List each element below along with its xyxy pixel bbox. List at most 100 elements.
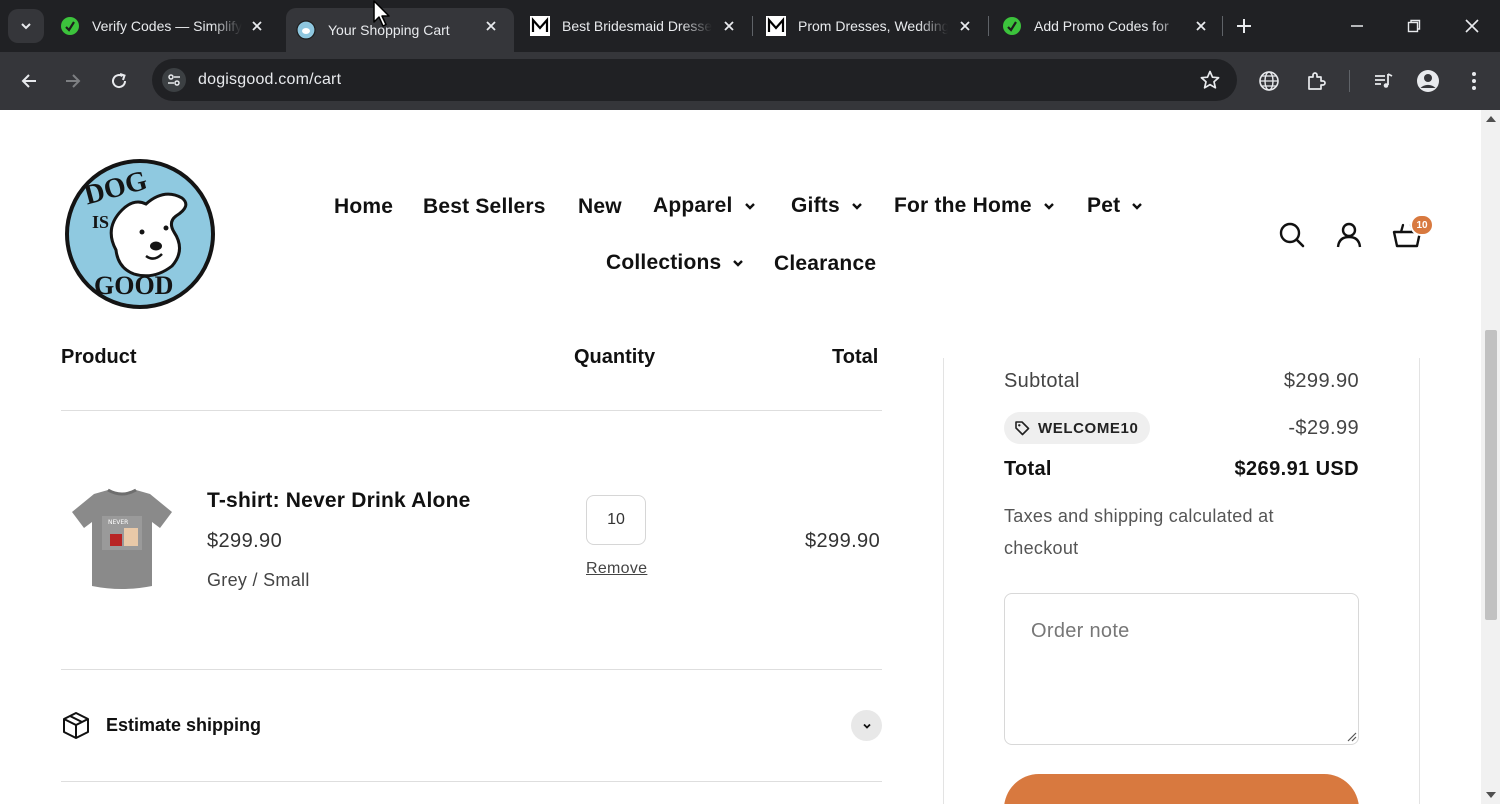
tag-icon [1015,421,1030,436]
chevron-down-icon [1043,203,1054,210]
chevron-down-icon [21,23,31,30]
package-box-icon [63,712,89,739]
discount-row: WELCOME10 -$29.99 [1004,412,1359,444]
cart-page: DOG IS GOOD Home Best Sellers New Appare… [0,110,1481,804]
browser-menu-kebab-icon[interactable] [1461,68,1487,94]
page-scrollbar[interactable] [1481,110,1500,804]
chevron-down-icon [851,203,862,210]
bookmark-star-icon[interactable] [1199,69,1221,91]
reload-icon[interactable] [104,66,134,96]
nav-home[interactable]: Home [334,195,393,219]
resize-handle-icon[interactable] [1345,730,1357,742]
quantity-input[interactable]: 10 [586,495,646,545]
product-name-link[interactable]: T-shirt: Never Drink Alone [207,489,470,513]
nav-clearance[interactable]: Clearance [774,252,876,276]
subtotal-row: Subtotal $299.90 [1004,370,1359,393]
tab-title: Your Shopping Cart [328,22,450,38]
product-variant: Grey / Small [207,570,310,590]
divider [61,669,882,670]
product-column-header: Product [61,346,137,368]
tab-search-button[interactable] [8,9,44,43]
address-bar[interactable]: dogisgood.com/cart [152,59,1237,101]
svg-text:NEVER: NEVER [108,519,128,526]
browser-toolbar: dogisgood.com/cart [0,52,1500,110]
expand-toggle-button[interactable] [851,710,882,741]
nav-gifts[interactable]: Gifts [791,194,864,218]
product-price: $299.90 [207,530,283,552]
mouse-cursor-icon [373,0,390,27]
nav-collections[interactable]: Collections [606,251,745,275]
chevron-down-icon [862,723,871,729]
translate-globe-icon[interactable] [1256,68,1282,94]
forward-arrow-icon[interactable] [58,66,88,96]
back-arrow-icon[interactable] [14,66,44,96]
chevron-down-icon [733,260,744,267]
close-tab-icon[interactable] [956,17,974,35]
browser-tab[interactable]: Add Promo Codes for [1002,8,1224,44]
close-window-icon[interactable] [1460,14,1484,38]
svg-text:IS: IS [92,212,109,232]
close-tab-icon[interactable] [248,17,266,35]
tab-title: Verify Codes — Simplify [92,18,242,34]
media-controls-icon[interactable] [1370,68,1396,94]
nav-for-the-home[interactable]: For the Home [894,194,1056,218]
line-item-total: $299.90 [805,530,881,552]
simplify-logo-icon [1002,16,1022,36]
scroll-up-arrow-icon[interactable] [1486,116,1496,122]
browser-tab[interactable]: Best Bridesmaid Dresses [530,8,752,44]
browser-tab[interactable]: Verify Codes — Simplify [60,8,280,44]
nav-pet[interactable]: Pet [1087,194,1144,218]
scrollbar-thumb[interactable] [1485,330,1497,620]
subtotal-value: $299.90 [1283,370,1359,392]
tab-title: Prom Dresses, Wedding [798,18,948,34]
m-logo-icon [530,16,550,36]
browser-tab[interactable]: Prom Dresses, Wedding [766,8,988,44]
remove-item-link[interactable]: Remove [586,560,647,578]
discount-value: -$29.99 [1288,416,1359,439]
site-info-icon[interactable] [162,68,186,92]
new-tab-icon[interactable] [1232,14,1256,38]
nav-new[interactable]: New [578,195,622,219]
discount-code-badge: WELCOME10 [1004,412,1151,444]
divider [61,410,882,411]
svg-text:GOOD: GOOD [94,271,173,300]
total-column-header: Total [832,346,879,368]
divider [61,781,882,782]
subtotal-label: Subtotal [1004,370,1080,392]
cart-count-badge: 10 [1410,214,1434,236]
account-icon[interactable] [1334,220,1364,250]
chevron-down-icon [744,203,755,210]
minimize-icon[interactable] [1345,14,1369,38]
product-image[interactable]: NEVER [66,486,178,596]
tax-shipping-note: Taxes and shipping calculated at checkou… [1004,506,1274,558]
browser-tab-active[interactable]: Your Shopping Cart [286,8,514,52]
summary-border-right [1419,358,1420,804]
total-row: Total $269.91 USD [1004,458,1359,481]
close-tab-icon[interactable] [482,17,500,35]
tab-title: Add Promo Codes for [1034,18,1169,34]
simplify-logo-icon [60,16,80,36]
close-tab-icon[interactable] [1192,17,1210,35]
tab-title: Best Bridesmaid Dresses [562,18,712,34]
total-value: $269.91 USD [1234,458,1359,480]
quantity-column-header: Quantity [574,346,656,368]
checkout-button[interactable] [1004,774,1359,804]
chevron-down-icon [1132,203,1143,210]
url-text: dogisgood.com/cart [198,71,342,88]
scroll-down-arrow-icon[interactable] [1486,792,1496,798]
m-logo-icon [766,16,786,36]
nav-apparel[interactable]: Apparel [653,194,757,218]
profile-avatar-icon[interactable] [1415,68,1441,94]
total-label: Total [1004,458,1052,480]
estimate-shipping-row[interactable]: Estimate shipping [61,708,882,742]
summary-border-left [943,358,944,804]
close-tab-icon[interactable] [720,17,738,35]
extensions-puzzle-icon[interactable] [1303,68,1329,94]
search-icon[interactable] [1277,220,1307,250]
nav-best-sellers[interactable]: Best Sellers [423,195,546,219]
order-note-textarea[interactable] [1004,593,1359,745]
dog-is-good-logo[interactable]: DOG IS GOOD [64,158,216,310]
discount-code: WELCOME10 [1038,419,1139,437]
restore-window-icon[interactable] [1402,14,1426,38]
browser-tab-bar: Verify Codes — Simplify Your Shopping Ca… [0,0,1500,52]
